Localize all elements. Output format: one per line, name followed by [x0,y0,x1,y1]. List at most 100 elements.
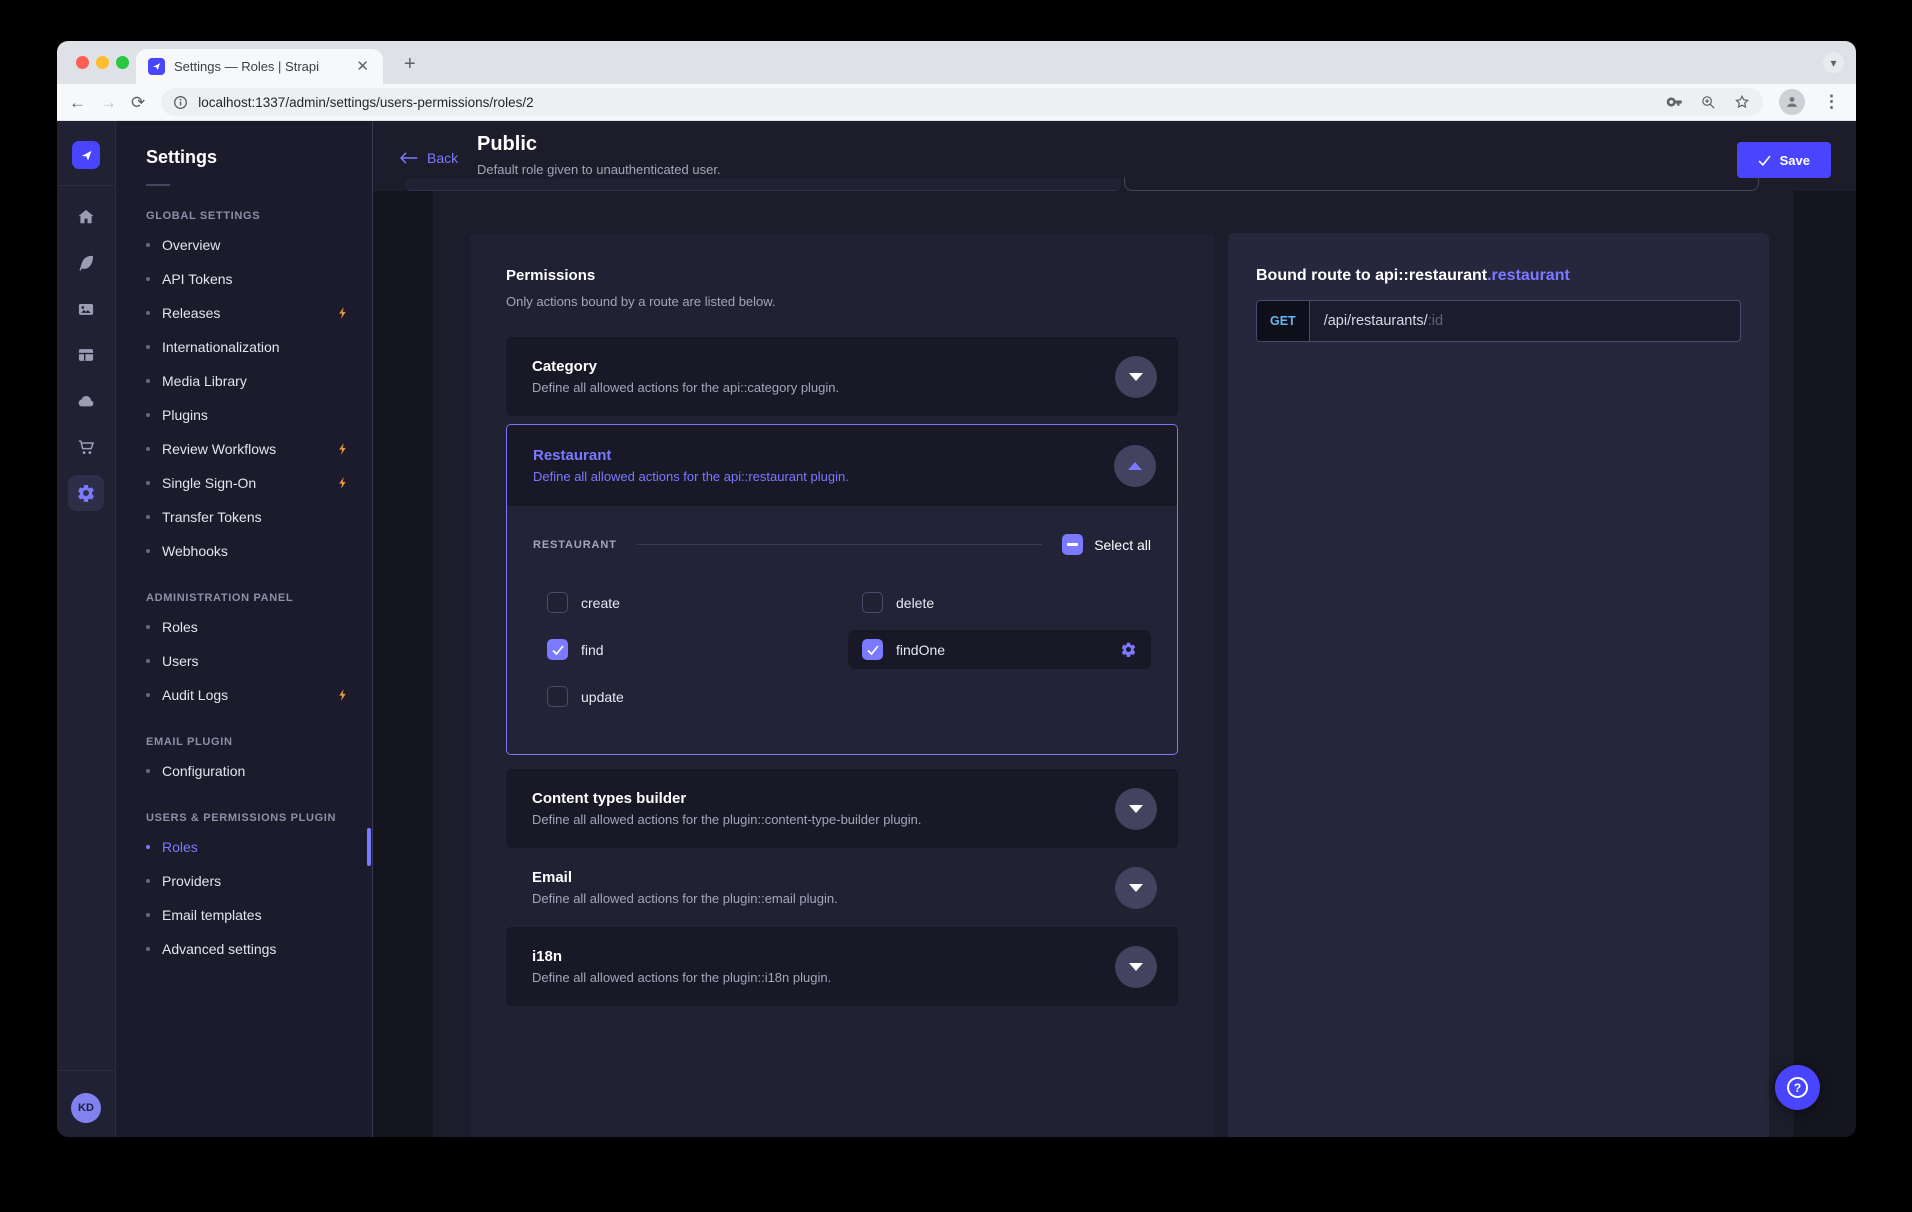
page-subtitle: Default role given to unauthenticated us… [477,162,721,177]
forward-nav-icon[interactable]: → [100,94,117,111]
zoom-page-icon[interactable] [1700,94,1717,111]
close-window-button[interactable] [76,56,89,69]
back-nav-icon[interactable]: ← [69,94,86,111]
advanced-settings-gear-icon[interactable] [1120,641,1137,658]
tab-search-chevron-icon[interactable]: ▾ [1823,52,1844,73]
accordion-restaurant-header[interactable]: Restaurant Define all allowed actions fo… [507,425,1177,506]
sidebar-item-providers[interactable]: Providers [116,864,372,898]
expand-chevron-button[interactable] [1115,867,1157,909]
screen: Settings — Roles | Strapi ✕ + ▾ ← → ⟳ lo… [0,0,1912,1212]
sidebar-item-email-templates[interactable]: Email templates [116,898,372,932]
cloud-icon[interactable] [68,383,104,419]
content-manager-feather-icon[interactable] [68,245,104,281]
address-bar[interactable]: localhost:1337/admin/settings/users-perm… [161,88,1763,116]
content-columns: Permissions Only actions bound by a rout… [470,233,1769,1137]
chevron-down-icon [1129,884,1143,892]
browser-profile-avatar[interactable] [1779,89,1805,115]
permissions-subtitle: Only actions bound by a route are listed… [506,294,1178,309]
browser-tab[interactable]: Settings — Roles | Strapi ✕ [136,49,383,84]
accordion-title: Email [532,869,1094,886]
section-label: GLOBAL SETTINGS [116,210,372,222]
sidebar-item-internationalization[interactable]: Internationalization [116,330,372,364]
sidebar-item-single-sign-on[interactable]: Single Sign-On [116,466,372,500]
sidebar-item-admin-users[interactable]: Users [116,644,372,678]
rail-bottom-divider [57,1070,115,1071]
question-mark-icon: ? [1787,1077,1808,1098]
action-label: delete [896,595,934,611]
marketplace-cart-icon[interactable] [68,429,104,465]
media-library-icon[interactable] [68,291,104,327]
new-tab-button[interactable]: + [398,51,422,78]
accordion-title: Content types builder [532,790,1094,807]
save-button[interactable]: Save [1737,142,1831,178]
page-title: Public [477,133,537,156]
actions-grid: create delete find [533,583,1151,716]
accordion-category[interactable]: Category Define all allowed actions for … [506,337,1178,416]
sidebar-item-configuration[interactable]: Configuration [116,754,372,788]
checkbox-unchecked[interactable] [547,686,568,707]
check-icon [1758,155,1771,166]
sidebar-item-admin-roles[interactable]: Roles [116,610,372,644]
back-link[interactable]: Back [400,150,458,166]
role-name-input-partial[interactable] [405,179,1121,191]
collapse-chevron-button[interactable] [1114,445,1156,487]
bullet-icon [146,481,150,485]
subnav-rule [146,184,170,186]
sidebar-item-label: Overview [162,237,220,253]
minimize-window-button[interactable] [96,56,109,69]
sidebar-item-webhooks[interactable]: Webhooks [116,534,372,568]
role-description-input-partial[interactable] [1124,177,1759,191]
checkbox-unchecked[interactable] [547,592,568,613]
content-type-builder-icon[interactable] [68,337,104,373]
sidebar-item-review-workflows[interactable]: Review Workflows [116,432,372,466]
expand-chevron-button[interactable] [1115,356,1157,398]
sidebar-item-media-library[interactable]: Media Library [116,364,372,398]
accordion-i18n[interactable]: i18n Define all allowed actions for the … [506,927,1178,1006]
accordion-content-types-builder[interactable]: Content types builder Define all allowed… [506,769,1178,848]
maximize-window-button[interactable] [116,56,129,69]
action-find[interactable]: find [533,630,836,669]
settings-gear-icon[interactable] [68,475,104,511]
section-label: USERS & PERMISSIONS PLUGIN [116,812,372,824]
site-info-icon[interactable] [173,95,188,110]
bound-route-panel: Bound route to api::restaurant.restauran… [1228,233,1769,1137]
bullet-icon [146,549,150,553]
sidebar-item-releases[interactable]: Releases [116,296,372,330]
lightning-badge-icon [336,688,350,702]
browser-toolbar: ← → ⟳ localhost:1337/admin/settings/user… [57,84,1856,121]
strapi-logo[interactable] [72,141,100,169]
tab-close-icon[interactable]: ✕ [352,57,373,76]
sidebar-item-advanced-settings[interactable]: Advanced settings [116,932,372,966]
user-avatar[interactable]: KD [71,1093,101,1123]
checkbox-checked[interactable] [547,639,568,660]
sidebar-item-up-roles[interactable]: Roles [116,830,372,864]
checkbox-checked[interactable] [862,639,883,660]
select-all-checkbox[interactable]: Select all [1062,534,1151,555]
home-icon[interactable] [68,199,104,235]
action-findone[interactable]: findOne [848,630,1151,669]
password-key-icon[interactable] [1666,93,1684,111]
expand-chevron-button[interactable] [1115,946,1157,988]
browser-menu-kebab-icon[interactable]: ⋮ [1819,92,1844,112]
permissions-title: Permissions [506,267,1178,284]
action-create[interactable]: create [533,583,836,622]
accordion-email[interactable]: Email Define all allowed actions for the… [506,848,1178,927]
sidebar-item-transfer-tokens[interactable]: Transfer Tokens [116,500,372,534]
help-button[interactable]: ? [1775,1065,1820,1110]
checkbox-unchecked[interactable] [862,592,883,613]
sidebar-item-audit-logs[interactable]: Audit Logs [116,678,372,712]
bookmark-star-icon[interactable] [1733,93,1751,111]
settings-subnav: Settings GLOBAL SETTINGS Overview API To… [116,121,373,1137]
browser-tab-strip: Settings — Roles | Strapi ✕ + ▾ [57,41,1856,84]
nav-section-administration-panel: ADMINISTRATION PANEL Roles Users Audit L… [116,592,372,712]
indeterminate-checkbox-icon[interactable] [1062,534,1083,555]
action-update[interactable]: update [533,677,836,716]
tab-title: Settings — Roles | Strapi [174,59,343,74]
reload-icon[interactable]: ⟳ [131,94,145,111]
action-delete[interactable]: delete [848,583,1151,622]
sidebar-item-overview[interactable]: Overview [116,228,372,262]
sidebar-item-plugins[interactable]: Plugins [116,398,372,432]
expand-chevron-button[interactable] [1115,788,1157,830]
group-divider [637,544,1042,545]
sidebar-item-api-tokens[interactable]: API Tokens [116,262,372,296]
